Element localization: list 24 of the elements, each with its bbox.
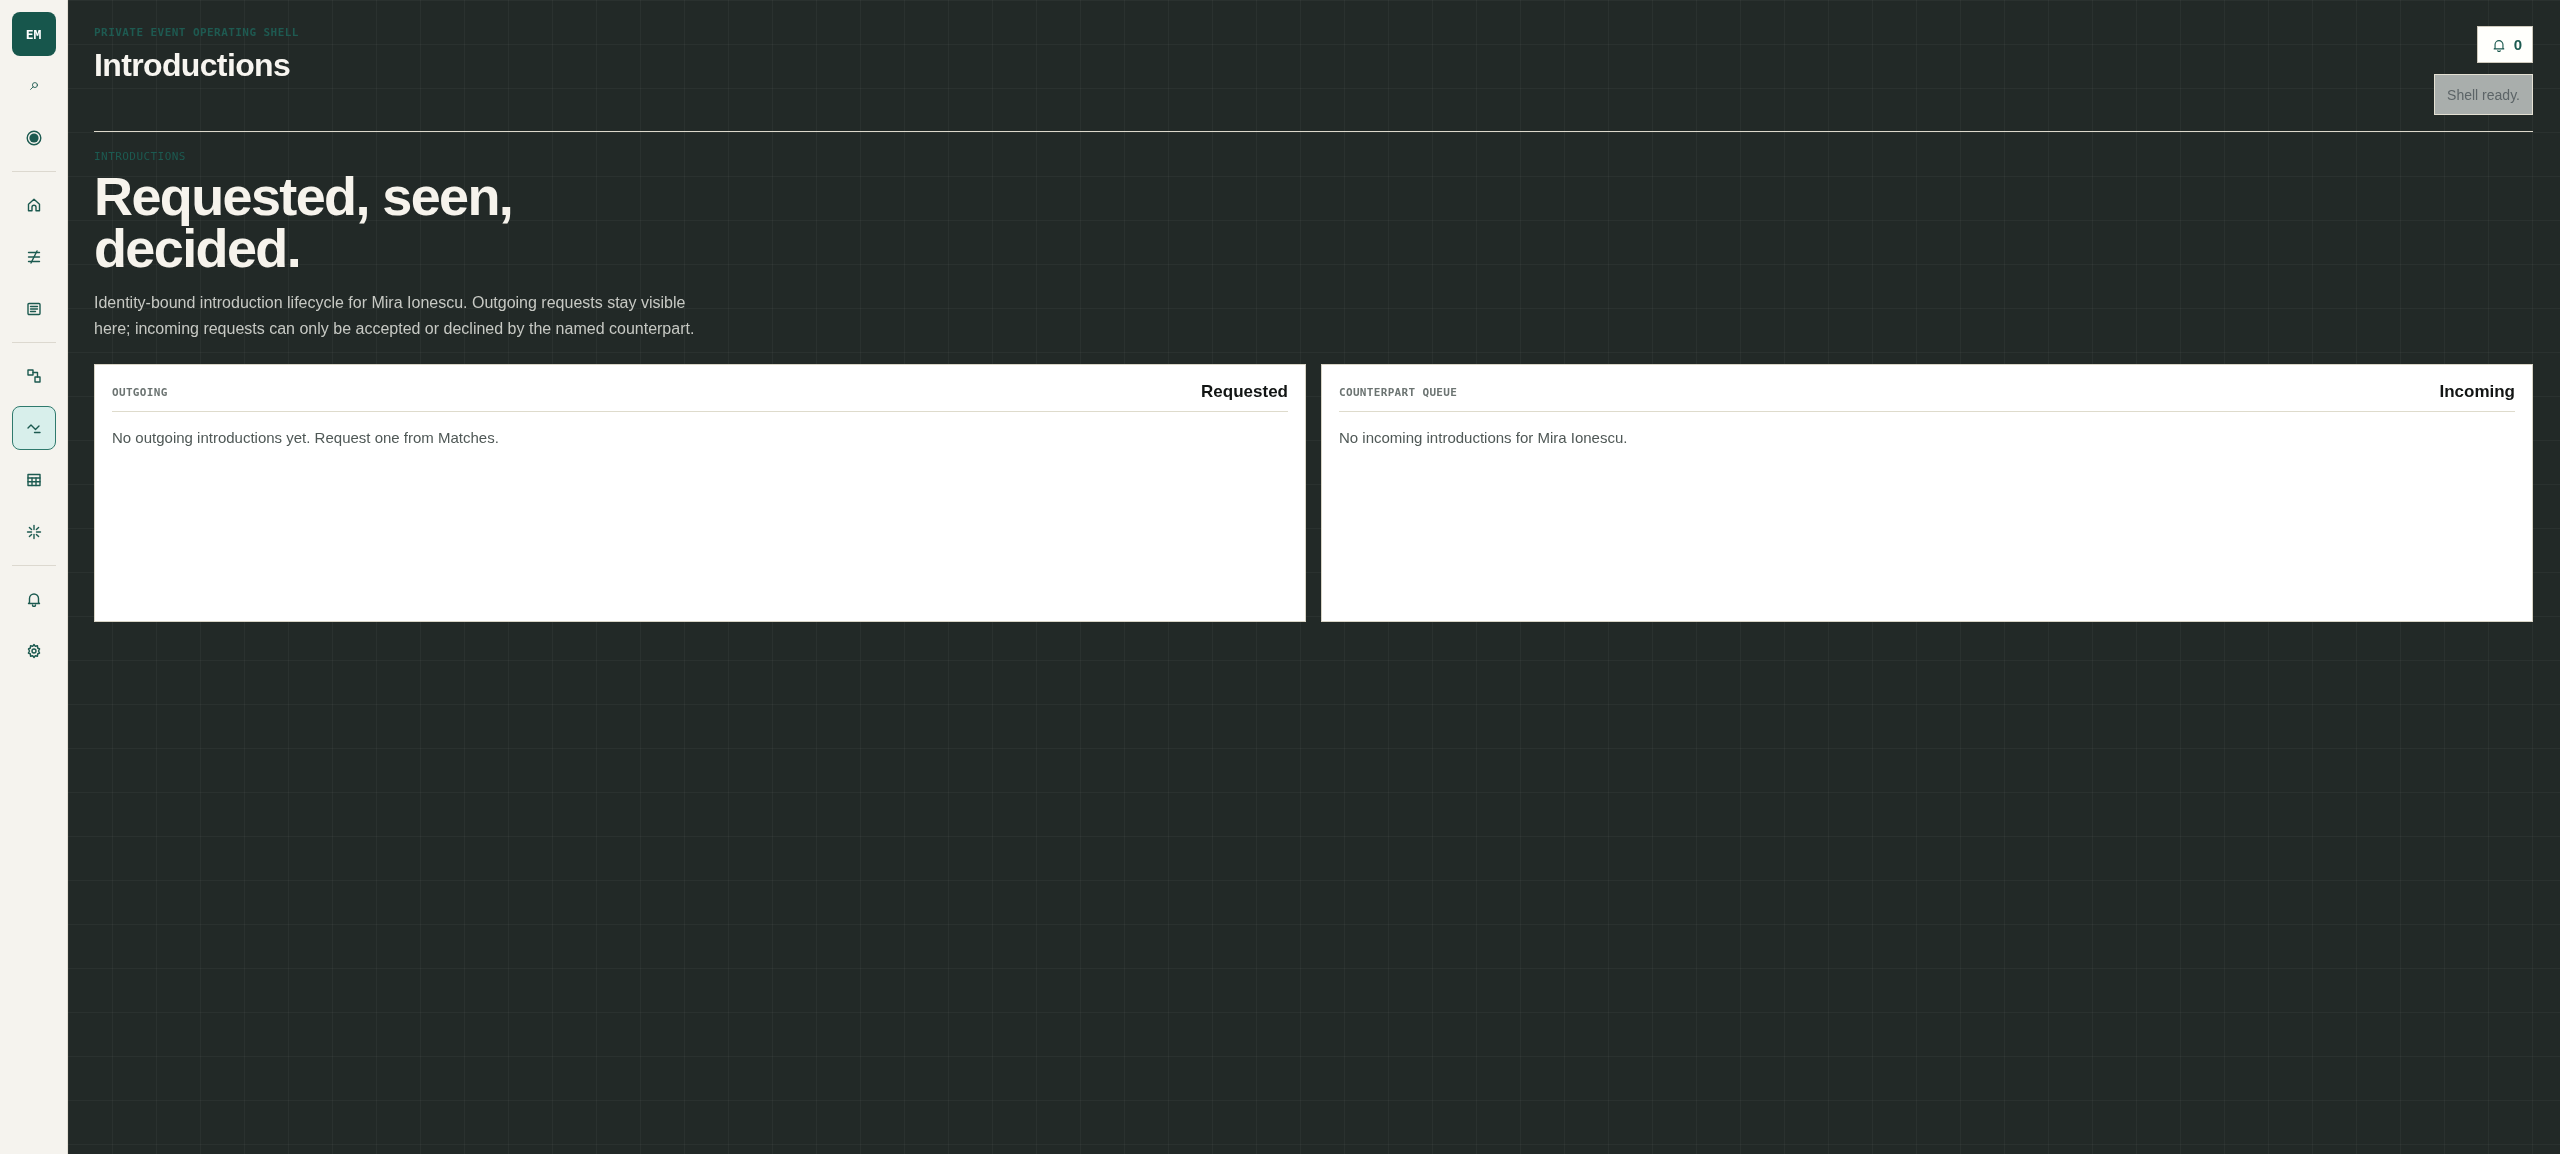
document-icon (25, 301, 42, 317)
hero-headline: Requested, seen, decided. (94, 170, 514, 274)
hero-description: Identity-bound introduction lifecycle for Mira Ionescu. Outgoing requests stay visible here; incoming requests can only be accepted or declined by the named counterpart. (94, 293, 696, 339)
user-avatar[interactable]: EM (11, 12, 56, 56)
empty-message: No outgoing introductions yet. Request one from Matches. (112, 428, 500, 448)
slashed-lines-icon (25, 249, 42, 265)
panel-eyebrow: COUNTERPART QUEUE (1339, 385, 1458, 399)
settings-icon (25, 643, 42, 659)
search-icon (28, 81, 39, 91)
empty-message: No incoming introductions for Mira Ionescu. (1339, 428, 1629, 448)
page-title: Introductions (94, 46, 292, 84)
status-message: Shell ready. (2434, 74, 2533, 115)
nodes-icon (25, 368, 42, 384)
home-icon (25, 197, 42, 213)
sparkle-icon (25, 524, 42, 540)
table-icon (25, 472, 42, 488)
sidebar-nav-button[interactable] (11, 406, 56, 450)
bell-icon (25, 591, 42, 607)
panel-eyebrow: OUTGOING (112, 385, 168, 399)
panel-title: Incoming (2439, 382, 2515, 402)
panel-title: Requested (1201, 382, 1288, 402)
bell-icon (2491, 37, 2506, 52)
notifications-button[interactable]: 0 (2476, 26, 2533, 63)
target-icon (25, 130, 42, 146)
